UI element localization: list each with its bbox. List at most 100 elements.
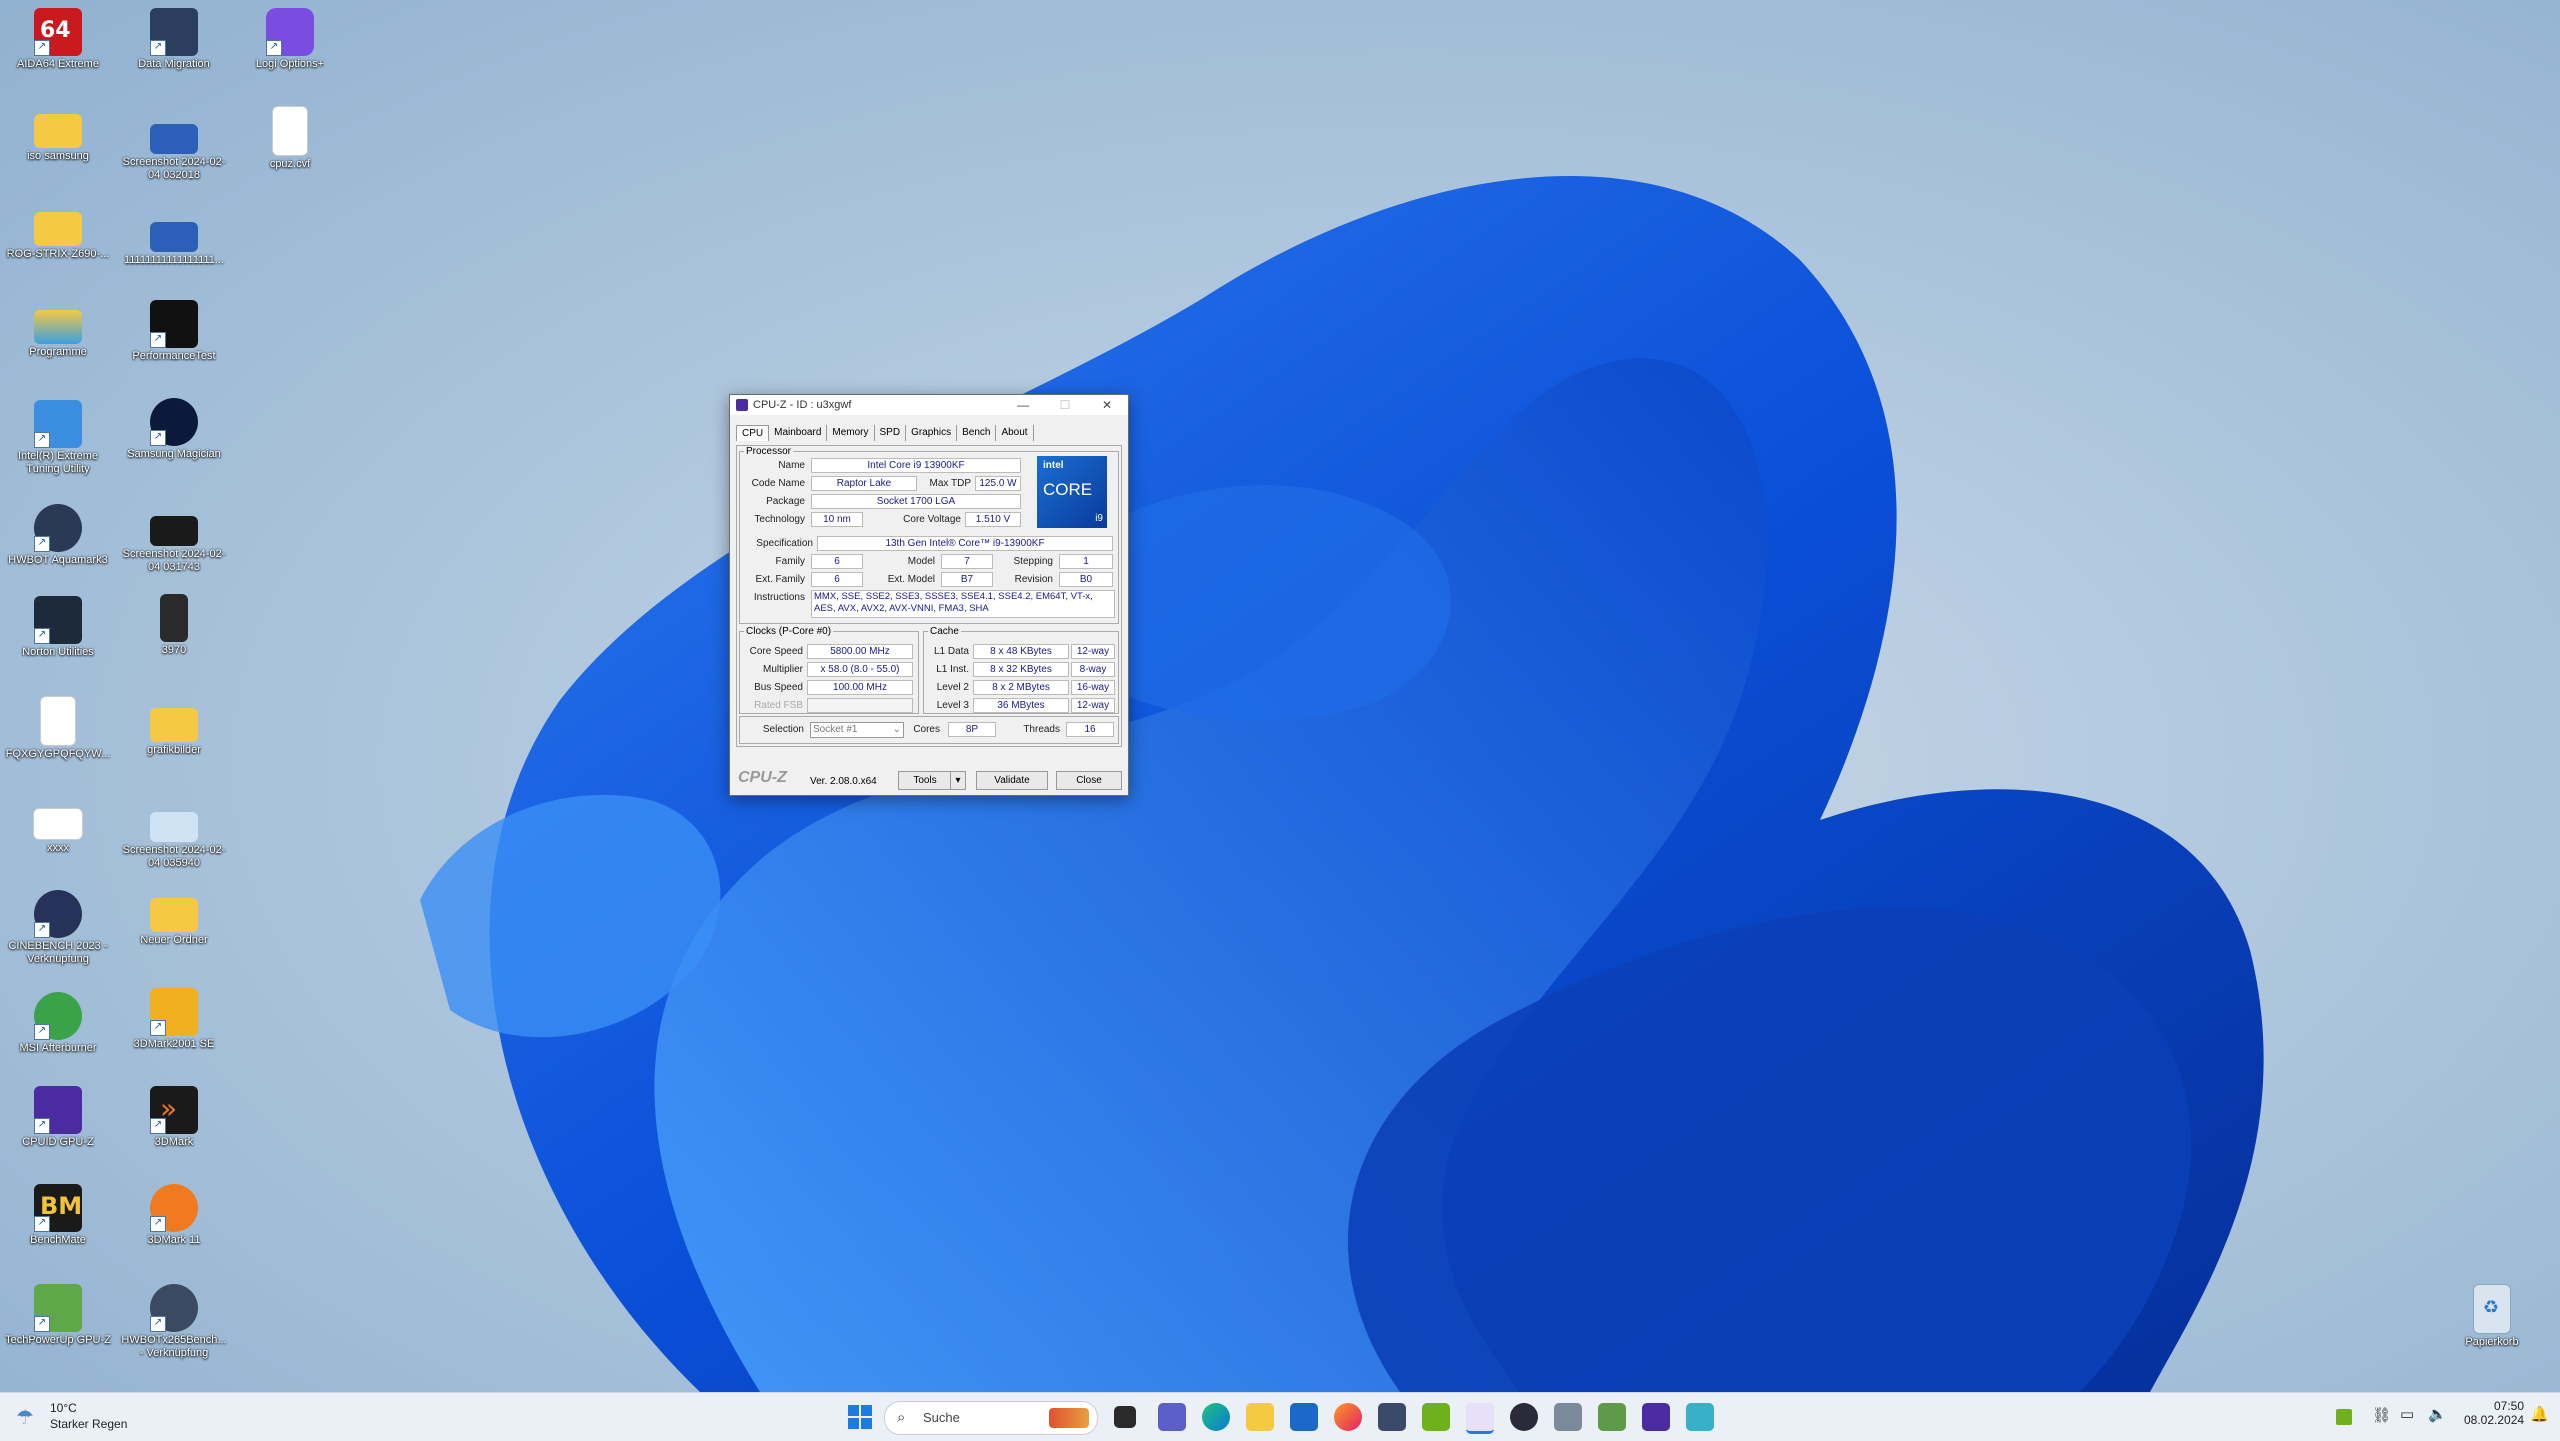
desktop-icon-3dmark11[interactable]: ↗ 3DMark 11 bbox=[118, 1180, 230, 1278]
desktop-icon-1111[interactable]: 11111111111111111... bbox=[118, 208, 230, 306]
corespeed-label: Core Speed bbox=[749, 646, 803, 657]
cpuz-titlebar[interactable]: CPU-Z - ID : u3xgwf — ☐ ✕ bbox=[730, 395, 1128, 415]
icon-label: MSI Afterburner bbox=[19, 1042, 97, 1054]
file-icon bbox=[272, 106, 308, 156]
icon-label: Screenshot 2024-02-04 035940 bbox=[122, 844, 226, 869]
desktop-icon-fqxgy[interactable]: FQXGYGPQFQYW... bbox=[2, 692, 114, 790]
l3-way: 12-way bbox=[1071, 698, 1115, 713]
desktop-icon-xxxx[interactable]: xxxx bbox=[2, 794, 114, 892]
file-explorer-icon[interactable] bbox=[1246, 1403, 1274, 1431]
extfamily-value: 6 bbox=[811, 572, 863, 587]
firefox-icon[interactable] bbox=[1334, 1403, 1362, 1431]
desktop-icon-samsung-magician[interactable]: ↗ Samsung Magician bbox=[118, 394, 230, 492]
desktop-icon-norton[interactable]: ↗ Norton Utilities bbox=[2, 592, 114, 690]
multiplier-value: x 58.0 (8.0 - 55.0) bbox=[807, 662, 913, 677]
socket-select[interactable]: Socket #1 ⌄ bbox=[810, 722, 904, 738]
gpuz-card-icon: ↗ bbox=[34, 1284, 82, 1332]
image-file-icon bbox=[150, 812, 198, 842]
desktop-icon-hwbotx265[interactable]: ↗ HWBOTx265Bench... - Verknüpfung bbox=[118, 1280, 230, 1378]
desktop-icon-rog-strix[interactable]: ROG-STRIX-Z690-... bbox=[2, 200, 114, 298]
desktop-icon-3970[interactable]: 3970 bbox=[118, 590, 230, 688]
chevron-down-icon: ⌄ bbox=[892, 724, 901, 735]
tab-cpu[interactable]: CPU bbox=[736, 425, 770, 441]
snipping-tool-icon[interactable] bbox=[1686, 1403, 1714, 1431]
wallpaper bbox=[0, 0, 2560, 1392]
calculator-icon[interactable] bbox=[1378, 1403, 1406, 1431]
desktop-icon-performancetest[interactable]: ↗ PerformanceTest bbox=[118, 296, 230, 394]
tab-spd[interactable]: SPD bbox=[875, 425, 907, 441]
start-button[interactable] bbox=[848, 1405, 872, 1429]
desktop-icon-cinebench[interactable]: ↗ CINEBENCH 2023 - Verknüpfung bbox=[2, 886, 114, 984]
tools-button[interactable]: Tools bbox=[898, 771, 952, 790]
desktop-icon-neuer-ordner[interactable]: Neuer Ordner bbox=[118, 886, 230, 984]
desktop-icon-recycle-bin[interactable]: ♻ Papierkorb bbox=[2436, 1280, 2548, 1378]
ratedfsb-label: Rated FSB bbox=[754, 700, 803, 711]
image-file-icon bbox=[150, 222, 198, 252]
logo-brand: intel bbox=[1043, 460, 1064, 471]
busspeed-label: Bus Speed bbox=[754, 682, 803, 693]
volume-icon[interactable]: 🔈 bbox=[2428, 1405, 2447, 1423]
desktop-icon-iso-samsung[interactable]: iso samsung bbox=[2, 102, 114, 200]
nvidia-tray-icon[interactable] bbox=[2336, 1409, 2352, 1425]
maxtdp-label: Max TDP bbox=[929, 478, 972, 489]
gpu-card-icon[interactable] bbox=[1598, 1403, 1626, 1431]
desktop-icon-aida64[interactable]: 64 ↗ AIDA64 Extreme bbox=[2, 4, 114, 102]
desktop-icon-afterburner[interactable]: ↗ MSI Afterburner bbox=[2, 988, 114, 1086]
intel-core-i9-logo: intel CORE i9 bbox=[1037, 456, 1107, 528]
close-window-button[interactable]: ✕ bbox=[1086, 395, 1128, 415]
search-placeholder: Suche bbox=[923, 1410, 960, 1425]
notification-bell-icon[interactable]: 🔔 bbox=[2530, 1405, 2549, 1423]
network-drive-icon[interactable] bbox=[1554, 1403, 1582, 1431]
tab-graphics[interactable]: Graphics bbox=[906, 425, 958, 441]
task-view-icon[interactable] bbox=[1114, 1406, 1136, 1428]
desktop-icon-screenshot-2[interactable]: Screenshot 2024-02-04 031743 bbox=[118, 502, 230, 600]
tab-memory[interactable]: Memory bbox=[827, 425, 875, 441]
clock[interactable]: 07:50 08.02.2024 bbox=[2464, 1399, 2524, 1427]
corevoltage-label: Core Voltage bbox=[903, 514, 961, 525]
validate-button[interactable]: Validate bbox=[976, 771, 1048, 790]
desktop-icon-screenshot-1[interactable]: Screenshot 2024-02-04 032018 bbox=[118, 110, 230, 208]
mail-icon[interactable] bbox=[1290, 1403, 1318, 1431]
nvidia-icon[interactable] bbox=[1422, 1403, 1450, 1431]
maximize-button[interactable]: ☐ bbox=[1044, 395, 1086, 415]
obs-icon[interactable] bbox=[1510, 1403, 1538, 1431]
network-icon[interactable]: ⛓ bbox=[2372, 1406, 2391, 1424]
search-highlight-icon bbox=[1049, 1408, 1089, 1428]
teams-icon[interactable] bbox=[1158, 1403, 1186, 1431]
display-icon[interactable]: ▭ bbox=[2400, 1405, 2414, 1423]
desktop-icon-3dmark[interactable]: » ↗ 3DMark bbox=[118, 1082, 230, 1180]
extmodel-label: Ext. Model bbox=[887, 574, 935, 585]
package-label: Package bbox=[766, 496, 805, 507]
desktop-icon-3dmark2001[interactable]: ↗ 3DMark2001 SE bbox=[118, 984, 230, 1082]
l3-label: Level 3 bbox=[936, 700, 969, 711]
cpu-panel: Processor Name Intel Core i9 13900KF Cod… bbox=[736, 445, 1122, 747]
edge-icon[interactable] bbox=[1202, 1403, 1230, 1431]
minimize-button[interactable]: — bbox=[1002, 395, 1044, 415]
desktop-icon-cpuz-cvf[interactable]: cpuz.cvf bbox=[234, 102, 346, 200]
cpuz-window[interactable]: CPU-Z - ID : u3xgwf — ☐ ✕ CPU Mainboard … bbox=[729, 394, 1129, 796]
desktop-icon-aquamark[interactable]: ↗ HWBOT Aquamark3 bbox=[2, 500, 114, 598]
tab-about[interactable]: About bbox=[996, 425, 1034, 441]
tab-bench[interactable]: Bench bbox=[957, 425, 997, 441]
cpuz-taskbar-icon[interactable] bbox=[1466, 1403, 1494, 1434]
tools-dropdown-button[interactable]: ▾ bbox=[950, 771, 966, 790]
desktop-icon-intel-xtu[interactable]: ↗ Intel(R) Extreme Tuning Utility bbox=[2, 396, 114, 494]
desktop-icon-screenshot-3[interactable]: Screenshot 2024-02-04 035940 bbox=[118, 798, 230, 896]
desktop-icon-logi-options[interactable]: ↗ Logi Options+ bbox=[234, 4, 346, 102]
gpuz-taskbar-icon[interactable] bbox=[1642, 1403, 1670, 1431]
cpuz-app-icon bbox=[736, 399, 748, 411]
tab-mainboard[interactable]: Mainboard bbox=[769, 425, 828, 441]
search-box[interactable]: ⌕ Suche bbox=[884, 1401, 1098, 1435]
weather-widget[interactable]: ☂ 10°C Starker Regen bbox=[16, 1399, 156, 1435]
desktop-icon-programme[interactable]: Programme bbox=[2, 298, 114, 396]
icon-label: Programme bbox=[29, 346, 87, 358]
l1data-value: 8 x 48 KBytes bbox=[973, 644, 1069, 659]
desktop-icon-benchmate[interactable]: BM ↗ BenchMate bbox=[2, 1180, 114, 1278]
desktop-icon-techpowerup[interactable]: ↗ TechPowerUp GPU-Z bbox=[2, 1280, 114, 1378]
icon-label: BenchMate bbox=[30, 1234, 86, 1246]
desktop-icon-grafikbilder[interactable]: grafikbilder bbox=[118, 696, 230, 794]
close-button[interactable]: Close bbox=[1056, 771, 1122, 790]
desktop-icon-cpuid-gpuz[interactable]: ↗ CPUID GPU-Z bbox=[2, 1082, 114, 1180]
desktop-icon-data-migration[interactable]: ↗ Data Migration bbox=[118, 4, 230, 102]
icon-label: 3DMark2001 SE bbox=[133, 1038, 215, 1050]
